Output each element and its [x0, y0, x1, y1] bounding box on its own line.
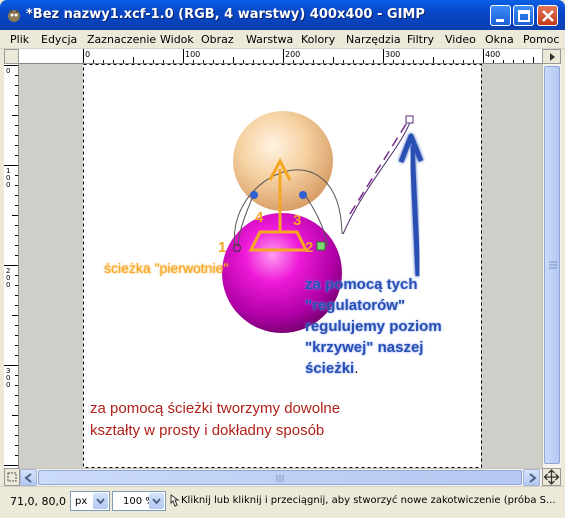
note-word: ścieżki: [305, 360, 355, 377]
chevron-down-icon: [93, 493, 108, 509]
horizontal-ruler[interactable]: 0 100 200 300 400: [19, 49, 542, 64]
status-bar: 71,0, 80,0 px 100 % Kliknij lub kliknij …: [0, 486, 565, 518]
node-label-4: 4: [255, 209, 264, 226]
unit-select[interactable]: px: [70, 491, 110, 511]
close-icon: [542, 10, 554, 22]
scroll-left-button[interactable]: [20, 469, 37, 486]
unit-value: px: [75, 496, 88, 507]
ruler-corner: [4, 49, 19, 64]
window-title: *Bez nazwy1.xcf-1.0 (RGB, 4 warstwy) 400…: [26, 7, 425, 22]
gimp-icon: [8, 9, 20, 22]
scroll-thumb[interactable]: [544, 66, 560, 464]
maximize-button[interactable]: [513, 5, 534, 26]
note-line: ścieżki.: [305, 358, 442, 379]
menu-video[interactable]: Video: [445, 33, 476, 46]
ruler-label: 400: [485, 50, 501, 59]
ruler-ticks: [83, 49, 534, 63]
hint-icon: [168, 493, 180, 513]
ruler-label: 0: [85, 50, 91, 59]
menu-zaznaczenie[interactable]: Zaznaczenie: [87, 33, 156, 46]
note-line: za pomocą tych: [305, 276, 418, 293]
menu-plik[interactable]: Plik: [10, 33, 29, 46]
arrow-right-icon: [529, 473, 537, 483]
minimize-button[interactable]: [490, 5, 511, 26]
ruler-label: 200: [6, 267, 11, 289]
ruler-ticks: [4, 65, 18, 466]
menu-pomoc[interactable]: Pomoc: [523, 33, 559, 46]
move-icon: [543, 469, 560, 485]
node-label-1: 1: [218, 239, 227, 256]
menu-warstwa[interactable]: Warstwa: [246, 33, 293, 46]
quick-mask-toggle[interactable]: [4, 468, 20, 486]
pointer-coords: 71,0, 80,0: [10, 495, 66, 508]
chevron-down-icon: [149, 493, 164, 509]
menu-kolory[interactable]: Kolory: [301, 33, 335, 46]
note-line: "krzywej" naszej: [305, 339, 424, 356]
scroll-thumb[interactable]: [38, 470, 522, 485]
menu-filtry[interactable]: Filtry: [407, 33, 434, 46]
ruler-label: 0: [6, 67, 11, 75]
path-handle[interactable]: [405, 115, 414, 124]
status-message: Kliknij lub kliknij i przeciągnij, aby s…: [181, 495, 556, 506]
ruler-label: 300: [6, 367, 11, 389]
arrow-left-icon: [24, 473, 32, 483]
ruler-label: 200: [285, 50, 301, 59]
canvas-area[interactable]: 1 4 3 2 ścieżka "pierwotnie" za pomocą t…: [20, 64, 542, 468]
menu-obraz[interactable]: Obraz: [201, 33, 234, 46]
node-label-2: 2: [305, 239, 314, 256]
minimize-icon: [496, 19, 504, 22]
node-label-3: 3: [293, 212, 302, 229]
zoom-select[interactable]: 100 %: [112, 491, 166, 511]
ruler-label: 100: [185, 50, 201, 59]
menu-okna[interactable]: Okna: [485, 33, 514, 46]
path-anchor[interactable]: [316, 241, 326, 251]
close-button[interactable]: [537, 5, 558, 26]
path-handle[interactable]: [250, 191, 258, 199]
vertical-scrollbar[interactable]: [542, 64, 561, 468]
note-line: regulujemy poziom: [305, 318, 442, 335]
ruler-label: 300: [385, 50, 401, 59]
path-annotation: ścieżka "pierwotnie": [104, 260, 229, 276]
horizontal-scrollbar[interactable]: [20, 468, 542, 486]
ruler-label: 100: [6, 167, 11, 189]
bottom-note: za pomocą ścieżki tworzymy dowolne kszta…: [90, 398, 340, 442]
menu-widok[interactable]: Widok: [160, 33, 194, 46]
grip-icon: [276, 475, 284, 482]
menu-edycja[interactable]: Edycja: [41, 33, 77, 46]
menu-arrow-button[interactable]: [542, 49, 561, 64]
arrow-right-icon: [550, 53, 555, 61]
menu-narzedzia[interactable]: Narzędzia: [346, 33, 401, 46]
title-bar: *Bez nazwy1.xcf-1.0 (RGB, 4 warstwy) 400…: [0, 0, 565, 30]
note-line: kształty w prosty i dokładny sposób: [90, 422, 325, 439]
quick-mask-icon: [7, 472, 17, 482]
maximize-icon: [518, 10, 530, 22]
scroll-right-button[interactable]: [523, 469, 540, 486]
note-period: .: [354, 360, 359, 377]
menu-bar: Plik Edycja Zaznaczenie Widok Obraz Wars…: [0, 30, 565, 49]
peach-sphere: [233, 111, 333, 211]
note-line: za pomocą ścieżki tworzymy dowolne: [90, 400, 341, 417]
note-line: "regulatorów": [305, 297, 406, 314]
grip-icon: [549, 261, 557, 269]
path-handle[interactable]: [299, 191, 307, 199]
navigate-button[interactable]: [542, 468, 561, 486]
vertical-ruler[interactable]: 0 100 200 300: [4, 64, 19, 468]
regulators-note: za pomocą tych "regulatorów" regulujemy …: [305, 274, 442, 379]
